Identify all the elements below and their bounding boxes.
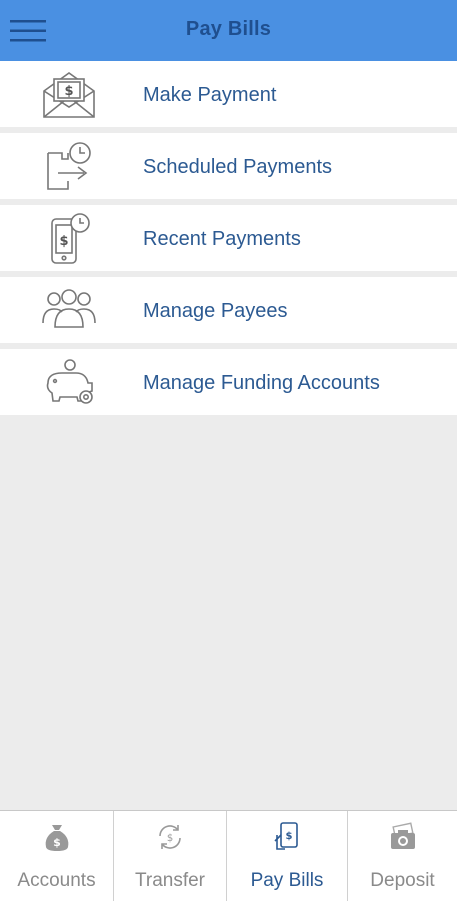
phone-bill-icon: $ (274, 822, 298, 850)
svg-text:$: $ (286, 831, 293, 842)
menu-item-label: Recent Payments (143, 228, 301, 250)
svg-text:$: $ (64, 84, 73, 99)
tab-pay-bills[interactable]: $ Pay Bills (227, 811, 348, 901)
menu-item-recent-payments[interactable]: $ Recent Payments (0, 205, 457, 271)
transfer-cycle-icon: $ (159, 825, 181, 849)
phone-dollar-clock-icon: $ (51, 213, 90, 264)
tab-accounts[interactable]: $ Accounts (0, 811, 114, 901)
svg-text:$: $ (167, 833, 173, 844)
tab-deposit[interactable]: Deposit (348, 811, 457, 901)
svg-text:$: $ (53, 836, 61, 849)
calendar-clock-arrow-icon (47, 142, 91, 190)
menu-item-make-payment[interactable]: $ Make Payment (0, 61, 457, 127)
pay-bills-menu: $ Make Payment Scheduled Payments $ Rece… (0, 61, 457, 415)
menu-item-label: Make Payment (143, 84, 277, 106)
piggy-bank-gear-icon (46, 359, 93, 404)
app-header: Pay Bills (0, 0, 457, 61)
bottom-tab-bar: $ Accounts $ Transfer $ Pay Bills Deposi… (0, 810, 457, 901)
tab-label: Deposit (370, 870, 435, 891)
page-title: Pay Bills (185, 18, 272, 40)
menu-item-manage-payees[interactable]: Manage Payees (0, 277, 457, 343)
tab-label: Accounts (17, 870, 96, 891)
tab-label: Transfer (134, 870, 206, 891)
svg-text:$: $ (59, 234, 68, 249)
people-group-icon (42, 289, 96, 328)
menu-item-manage-funding-accounts[interactable]: Manage Funding Accounts (0, 349, 457, 415)
tab-transfer[interactable]: $ Transfer (114, 811, 227, 901)
menu-item-scheduled-payments[interactable]: Scheduled Payments (0, 133, 457, 199)
tab-label: Pay Bills (250, 870, 324, 891)
menu-item-label: Manage Payees (143, 300, 288, 322)
menu-item-label: Manage Funding Accounts (143, 372, 380, 394)
menu-item-label: Scheduled Payments (143, 156, 333, 178)
camera-check-icon (390, 822, 415, 849)
money-bag-icon: $ (45, 825, 68, 851)
envelope-dollar-icon: $ (43, 72, 95, 118)
